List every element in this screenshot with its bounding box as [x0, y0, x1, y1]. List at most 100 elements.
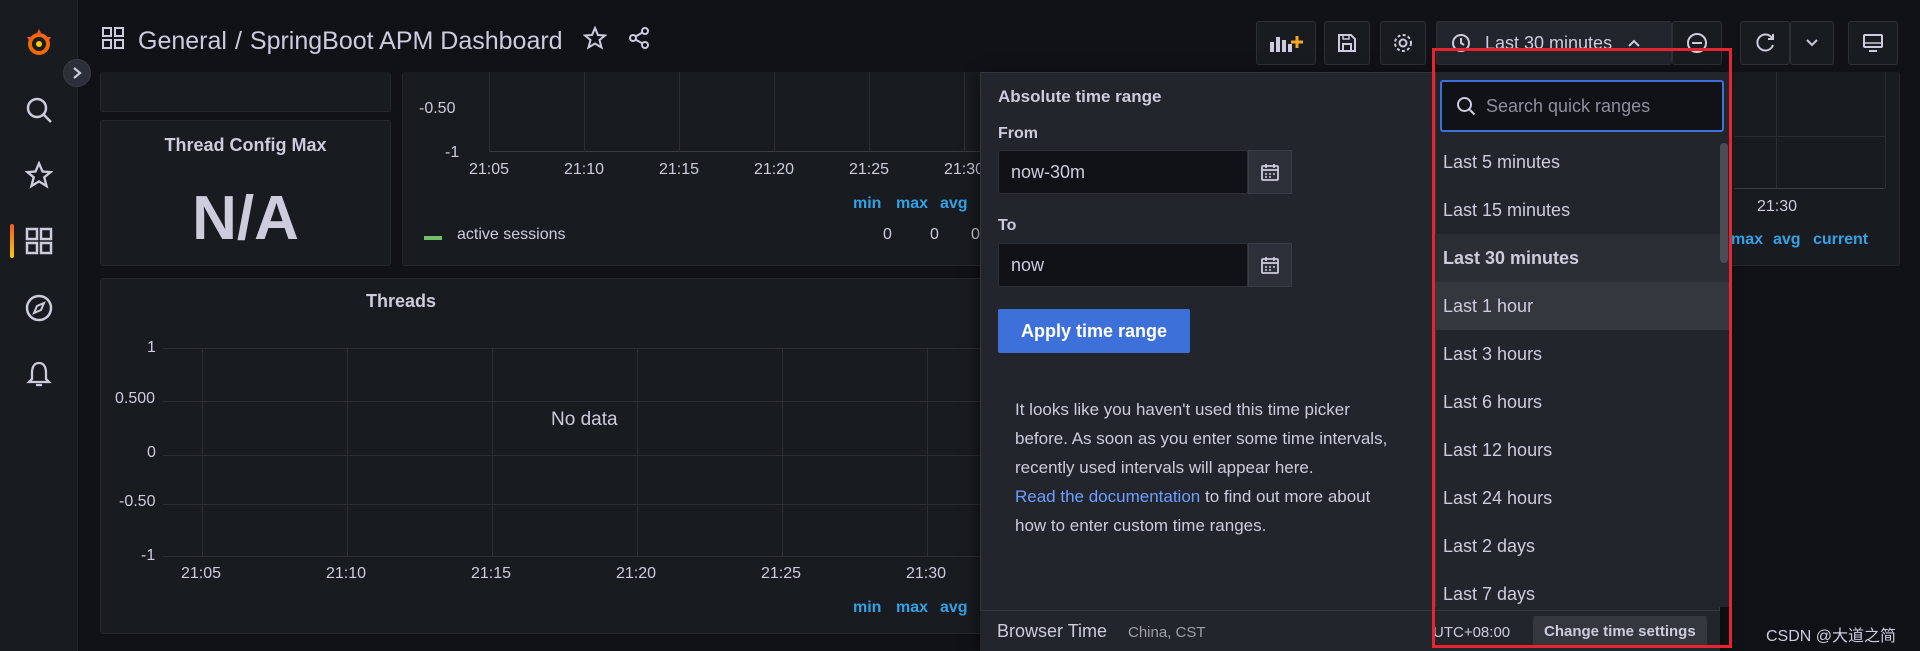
quick-range-item[interactable]: Last 15 minutes [1435, 186, 1730, 234]
sidebar [0, 0, 78, 651]
legend-header-max[interactable]: max [1731, 231, 1763, 249]
zoom-out-button[interactable] [1672, 21, 1722, 65]
x-tick-label: 21:10 [564, 161, 605, 178]
y-tick-label: -0.50 [119, 493, 156, 510]
x-tick-label: 21:25 [849, 161, 890, 178]
x-tick-label: 21:05 [181, 565, 222, 582]
legend-series-name[interactable]: active sessions [457, 226, 566, 244]
refresh-button[interactable] [1740, 21, 1790, 65]
breadcrumb-folder[interactable]: General [138, 27, 227, 56]
from-calendar-button[interactable] [1248, 150, 1292, 194]
quick-range-item[interactable]: Last 5 minutes [1435, 138, 1730, 186]
search-placeholder: Search quick ranges [1486, 95, 1651, 116]
quick-range-item[interactable]: Last 6 hours [1435, 378, 1730, 426]
tv-mode-button[interactable] [1848, 21, 1898, 65]
legend-header-avg[interactable]: avg [1773, 231, 1801, 249]
dashboard-settings-button[interactable] [1380, 21, 1426, 65]
panel-title: Thread Config Max [164, 135, 327, 155]
grafana-logo-icon[interactable] [20, 24, 58, 62]
y-tick-label: -1 [445, 144, 460, 161]
refresh-interval-dropdown[interactable] [1790, 21, 1834, 65]
quick-range-item[interactable]: Last 1 hour [1435, 282, 1730, 330]
legend-header-current[interactable]: current [1813, 231, 1868, 249]
grid-line [1735, 136, 1885, 137]
legend-header-avg[interactable]: avg [940, 195, 968, 213]
to-calendar-button[interactable] [1248, 243, 1292, 287]
legend-header-max[interactable]: max [896, 599, 928, 617]
legend-value-max: 0 [930, 226, 939, 243]
grid-line [869, 72, 870, 152]
stat-value: N/A [192, 184, 299, 253]
y-tick-label: -0.50 [419, 100, 456, 117]
grid-line [163, 504, 1003, 505]
dashboards-icon[interactable] [20, 222, 58, 260]
breadcrumb-separator: / [234, 27, 242, 55]
refresh-icon [1756, 33, 1774, 52]
chevron-right-icon [73, 67, 82, 79]
favorite-star-icon[interactable] [582, 25, 608, 57]
grid-line [964, 72, 965, 152]
add-panel-icon [1270, 36, 1303, 52]
grid-line [489, 72, 490, 152]
grid-line [347, 348, 348, 556]
search-icon [1457, 97, 1476, 116]
from-label: From [998, 125, 1038, 142]
right-graph-panel: 21:30 max avg current [1720, 72, 1900, 266]
dashboard-title[interactable]: SpringBoot APM Dashboard [250, 27, 563, 56]
breadcrumb: General / SpringBoot APM Dashboard [102, 25, 651, 57]
grid-line [1776, 72, 1777, 188]
axis-line [1735, 188, 1885, 189]
series-color-swatch [424, 236, 442, 240]
picker-footer: Browser Time China, CST UTC+08:00 Change… [980, 610, 1720, 651]
apply-time-range-button[interactable]: Apply time range [998, 309, 1190, 353]
x-tick-label: 21:15 [471, 565, 512, 582]
grid-line [782, 348, 783, 556]
quick-range-item[interactable]: Last 12 hours [1435, 426, 1730, 474]
apps-grid-icon[interactable] [102, 27, 124, 56]
time-range-label: Last 30 minutes [1485, 32, 1613, 53]
change-time-settings-button[interactable]: Change time settings [1533, 616, 1707, 646]
utc-offset: UTC+08:00 [1433, 624, 1511, 641]
documentation-link[interactable]: Read the documentation [1015, 487, 1200, 506]
legend-header-max[interactable]: max [896, 195, 928, 213]
save-dashboard-button[interactable] [1324, 21, 1370, 65]
quick-range-item-selected[interactable]: Last 30 minutes [1435, 234, 1730, 282]
grid-line [1885, 72, 1886, 188]
quick-ranges-scrollbar[interactable] [1720, 143, 1728, 263]
sidebar-expand-button[interactable] [63, 59, 91, 87]
grid-line [163, 348, 1003, 349]
quick-range-item[interactable]: Last 2 days [1435, 522, 1730, 570]
quick-range-item[interactable]: Last 24 hours [1435, 474, 1730, 522]
x-tick-label: 21:30 [1757, 198, 1798, 215]
quick-range-item[interactable]: Last 3 hours [1435, 330, 1730, 378]
search-icon[interactable] [20, 91, 58, 129]
no-data-message: No data [551, 409, 618, 430]
quick-range-item[interactable]: Last 7 days [1435, 570, 1730, 606]
legend-header-avg[interactable]: avg [940, 599, 968, 617]
grid-line [927, 348, 928, 556]
alerting-bell-icon[interactable] [20, 355, 58, 393]
share-icon[interactable] [627, 26, 651, 57]
calendar-icon [1261, 164, 1279, 181]
add-panel-button[interactable] [1256, 21, 1316, 65]
grid-line [679, 72, 680, 152]
from-input[interactable]: now-30m [998, 150, 1248, 194]
chevron-down-icon [1806, 39, 1818, 47]
time-range-button[interactable]: Last 30 minutes [1436, 21, 1672, 65]
quick-ranges-search[interactable]: Search quick ranges [1440, 80, 1724, 132]
star-icon[interactable] [20, 156, 58, 194]
grid-line [774, 72, 775, 152]
legend-header-min[interactable]: min [853, 195, 881, 213]
threads-panel: Threads 1 0.500 0 -0.50 -1 No data 21:05… [100, 278, 1003, 634]
x-tick-label: 21:05 [469, 161, 510, 178]
y-tick-label: 1 [147, 339, 156, 356]
grid-line [202, 348, 203, 556]
gear-icon [1394, 34, 1412, 52]
to-input[interactable]: now [998, 243, 1248, 287]
x-tick-label: 21:15 [659, 161, 700, 178]
legend-header-min[interactable]: min [853, 599, 881, 617]
grid-line [584, 72, 585, 152]
grid-line [163, 401, 1003, 402]
picker-help-text: It looks like you haven't used this time… [1015, 395, 1395, 540]
x-tick-label: 21:30 [906, 565, 947, 582]
